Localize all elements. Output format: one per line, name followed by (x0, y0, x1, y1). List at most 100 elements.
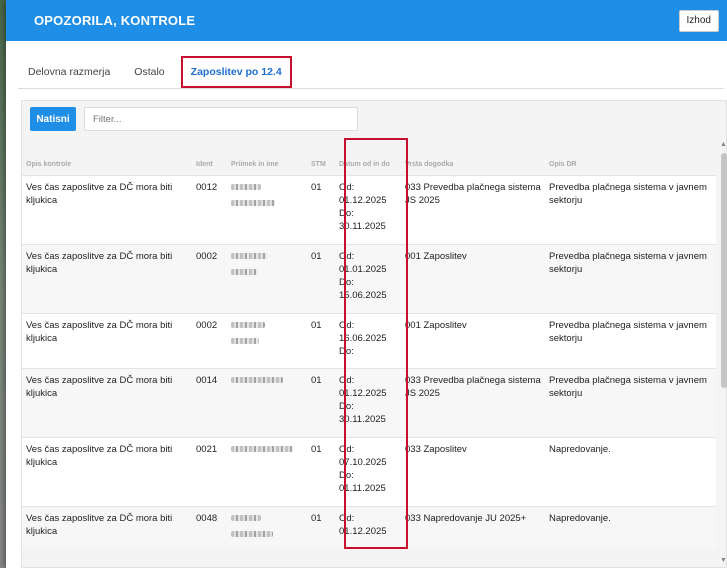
cell-date: Od: 07.10.2025 Do: 01.11.2025 (335, 436, 401, 506)
cell-stm: 01 (307, 243, 335, 313)
cell-opis: Ves čas zaposlitve za DČ mora biti kljuk… (22, 436, 192, 506)
cell-opis-dr: Napredovanje. (545, 436, 716, 506)
date-from-label: Od: (339, 374, 355, 386)
scrollbar-thumb[interactable] (721, 153, 727, 388)
cell-stm: 01 (307, 312, 335, 368)
date-from: 01.12.2025 (339, 525, 387, 537)
tab-bar: Delovna razmerja Ostalo Zaposlitev po 12… (18, 56, 724, 89)
table-row[interactable]: Ves čas zaposlitve za DČ mora biti kljuk… (22, 312, 716, 368)
date-from: 01.12.2025 (339, 387, 387, 399)
date-to-label: Do: (339, 469, 354, 481)
cell-name-redacted (227, 436, 307, 506)
cell-opis-dr: Napredovanje. (545, 505, 716, 548)
table-row[interactable]: Ves čas zaposlitve za DČ mora biti kljuk… (22, 367, 716, 437)
column-header-datum[interactable]: Datum od in do (335, 139, 401, 175)
content-panel: Natisni Opis kontrole Ident Priimek in i… (21, 100, 727, 568)
cell-opis: Ves čas zaposlitve za DČ mora biti kljuk… (22, 243, 192, 313)
cell-vrsta: 033 Zaposlitev (401, 436, 545, 506)
cell-ident: 0014 (192, 367, 227, 437)
cell-ident: 0012 (192, 174, 227, 244)
dialog-header: OPOZORILA, KONTROLE Izhod (6, 0, 727, 41)
cell-opis-dr: Prevedba plačnega sistema v javnem sekto… (545, 243, 716, 313)
cell-date: Od: 01.12.2025 Do: 30.11.2025 (335, 174, 401, 244)
date-from-label: Od: (339, 250, 355, 262)
table-row[interactable]: Ves čas zaposlitve za DČ mora biti kljuk… (22, 243, 716, 313)
cell-vrsta: 033 Prevedba plačnega sistema JS 2025 (401, 367, 545, 437)
cell-vrsta: 033 Prevedba plačnega sistema JS 2025 (401, 174, 545, 244)
date-from-label: Od: (339, 181, 355, 193)
cell-date: Od: 16.06.2025 Do: (335, 312, 401, 368)
cell-opis: Ves čas zaposlitve za DČ mora biti kljuk… (22, 174, 192, 244)
cell-opis-dr: Prevedba plačnega sistema v javnem sekto… (545, 174, 716, 244)
cell-ident: 0002 (192, 243, 227, 313)
cell-opis: Ves čas zaposlitve za DČ mora biti kljuk… (22, 312, 192, 368)
cell-opis: Ves čas zaposlitve za DČ mora biti kljuk… (22, 367, 192, 437)
date-to: 30.11.2025 (339, 413, 386, 425)
cell-vrsta: 001 Zaposlitev (401, 312, 545, 368)
redacted-text (231, 183, 261, 190)
cell-ident: 0048 (192, 505, 227, 548)
table-scrollbar[interactable]: ▲ ▼ (720, 139, 727, 568)
exit-button[interactable]: Izhod (678, 9, 719, 32)
cell-name-redacted (227, 367, 307, 437)
cell-name-redacted (227, 174, 307, 244)
redacted-text (231, 337, 259, 344)
redacted-text (231, 376, 283, 383)
cell-opis-dr: Prevedba plačnega sistema v javnem sekto… (545, 367, 716, 437)
cell-name-redacted (227, 312, 307, 368)
date-from-label: Od: (339, 319, 355, 331)
column-header-opis-kontrole[interactable]: Opis kontrole (22, 139, 192, 175)
redacted-text (231, 530, 273, 537)
cell-date: Od: 01.01.2025 Do: 15.06.2025 (335, 243, 401, 313)
redacted-text (231, 321, 265, 328)
cell-date: Od: 01.12.2025 (335, 505, 401, 548)
scroll-down-icon[interactable]: ▼ (720, 557, 727, 565)
date-to: 01.11.2025 (339, 482, 386, 494)
column-header-opis-dr[interactable]: Opis DR (545, 139, 716, 175)
cell-date: Od: 01.12.2025 Do: 30.11.2025 (335, 367, 401, 437)
table-row[interactable]: Ves čas zaposlitve za DČ mora biti kljuk… (22, 505, 716, 548)
column-header-stm[interactable]: STM (307, 139, 335, 175)
date-from: 07.10.2025 (339, 456, 387, 468)
table-row[interactable]: Ves čas zaposlitve za DČ mora biti kljuk… (22, 436, 716, 506)
cell-name-redacted (227, 505, 307, 548)
cell-ident: 0002 (192, 312, 227, 368)
cell-vrsta: 033 Napredovanje JU 2025+ (401, 505, 545, 548)
alerts-dialog: OPOZORILA, KONTROLE Izhod Delovna razmer… (6, 0, 727, 568)
tab-delovna-razmerja[interactable]: Delovna razmerja (18, 56, 120, 88)
date-to-label: Do: (339, 345, 354, 357)
redacted-text (231, 252, 267, 259)
cell-opis-dr: Prevedba plačnega sistema v javnem sekto… (545, 312, 716, 368)
tab-zaposlitev-po-12-4[interactable]: Zaposlitev po 12.4 (180, 56, 292, 88)
filter-input[interactable] (84, 107, 358, 131)
date-to-label: Do: (339, 207, 354, 219)
cell-name-redacted (227, 243, 307, 313)
print-button[interactable]: Natisni (30, 107, 76, 131)
tab-ostalo[interactable]: Ostalo (124, 56, 174, 88)
date-from: 16.06.2025 (339, 332, 387, 344)
controls-table: Opis kontrole Ident Priimek in ime STM D… (22, 139, 716, 568)
date-from: 01.12.2025 (339, 194, 387, 206)
date-to-label: Do: (339, 276, 354, 288)
cell-ident: 0021 (192, 436, 227, 506)
date-from-label: Od: (339, 512, 355, 524)
date-to-label: Do: (339, 400, 354, 412)
cell-opis: Ves čas zaposlitve za DČ mora biti kljuk… (22, 505, 192, 548)
date-from: 01.01.2025 (339, 263, 387, 275)
table-header-row: Opis kontrole Ident Priimek in ime STM D… (22, 139, 716, 175)
cell-stm: 01 (307, 436, 335, 506)
table-row[interactable]: Ves čas zaposlitve za DČ mora biti kljuk… (22, 174, 716, 244)
redacted-text (231, 514, 261, 521)
column-header-ident[interactable]: Ident (192, 139, 227, 175)
redacted-text (231, 445, 293, 452)
date-to: 30.11.2025 (339, 220, 386, 232)
date-to: 15.06.2025 (339, 289, 387, 301)
toolbar: Natisni (30, 107, 358, 131)
column-header-priimek-in-ime[interactable]: Priimek in ime (227, 139, 307, 175)
scroll-up-icon[interactable]: ▲ (720, 141, 727, 149)
column-header-vrsta-dogodka[interactable]: Vrsta dogodka (401, 139, 545, 175)
cell-stm: 01 (307, 367, 335, 437)
cell-stm: 01 (307, 174, 335, 244)
redacted-text (231, 268, 257, 275)
date-from-label: Od: (339, 443, 355, 455)
